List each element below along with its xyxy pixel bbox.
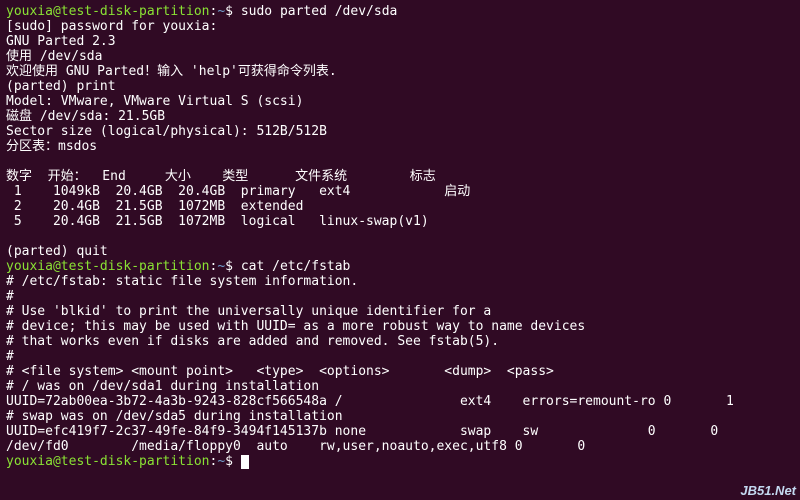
output-line: Model: VMware, VMware Virtual S (scsi) <box>6 94 794 109</box>
partition-row: 1 1049kB 20.4GB 20.4GB primary ext4 启动 <box>6 184 794 199</box>
user-host: youxia@test-disk-partition <box>6 454 210 469</box>
user-host: youxia@test-disk-partition <box>6 259 210 274</box>
output-line: # swap was on /dev/sda5 during installat… <box>6 409 794 424</box>
parted-prompt: (parted) quit <box>6 244 794 259</box>
output-line: 分区表：msdos <box>6 139 794 154</box>
output-line: /dev/fd0 /media/floppy0 auto rw,user,noa… <box>6 439 794 454</box>
watermark: JB51.Net <box>740 483 796 498</box>
command-text: cat /etc/fstab <box>241 259 351 274</box>
output-line: # device; this may be used with UUID= as… <box>6 319 794 334</box>
output-line: 欢迎使用 GNU Parted！输入 'help'可获得命令列表. <box>6 64 794 79</box>
output-line: 使用 /dev/sda <box>6 49 794 64</box>
output-line: # <box>6 289 794 304</box>
cwd: ~ <box>217 454 225 469</box>
parted-prompt: (parted) print <box>6 79 794 94</box>
blank-line <box>6 229 794 244</box>
output-line: [sudo] password for youxia: <box>6 19 794 34</box>
output-line: # <box>6 349 794 364</box>
cursor[interactable] <box>241 455 249 469</box>
prompt-line: youxia@test-disk-partition:~$ sudo parte… <box>6 4 794 19</box>
prompt-line: youxia@test-disk-partition:~$ cat /etc/f… <box>6 259 794 274</box>
cwd: ~ <box>217 259 225 274</box>
terminal-output[interactable]: youxia@test-disk-partition:~$ sudo parte… <box>6 4 794 469</box>
output-line: UUID=72ab00ea-3b72-4a3b-9243-828cf566548… <box>6 394 794 409</box>
user-host: youxia@test-disk-partition <box>6 4 210 19</box>
output-line: 磁盘 /dev/sda: 21.5GB <box>6 109 794 124</box>
output-line: GNU Parted 2.3 <box>6 34 794 49</box>
output-line: Sector size (logical/physical): 512B/512… <box>6 124 794 139</box>
output-line: # <file system> <mount point> <type> <op… <box>6 364 794 379</box>
output-line: # /etc/fstab: static file system informa… <box>6 274 794 289</box>
cwd: ~ <box>217 4 225 19</box>
output-line: # that works even if disks are added and… <box>6 334 794 349</box>
command-text: sudo parted /dev/sda <box>241 4 398 19</box>
partition-row: 5 20.4GB 21.5GB 1072MB logical linux-swa… <box>6 214 794 229</box>
output-line: # / was on /dev/sda1 during installation <box>6 379 794 394</box>
output-line: UUID=efc419f7-2c37-49fe-84f9-3494f145137… <box>6 424 794 439</box>
blank-line <box>6 154 794 169</box>
partition-table-header: 数字 开始： End 大小 类型 文件系统 标志 <box>6 169 794 184</box>
output-line: # Use 'blkid' to print the universally u… <box>6 304 794 319</box>
prompt-line[interactable]: youxia@test-disk-partition:~$ <box>6 454 794 469</box>
partition-row: 2 20.4GB 21.5GB 1072MB extended <box>6 199 794 214</box>
